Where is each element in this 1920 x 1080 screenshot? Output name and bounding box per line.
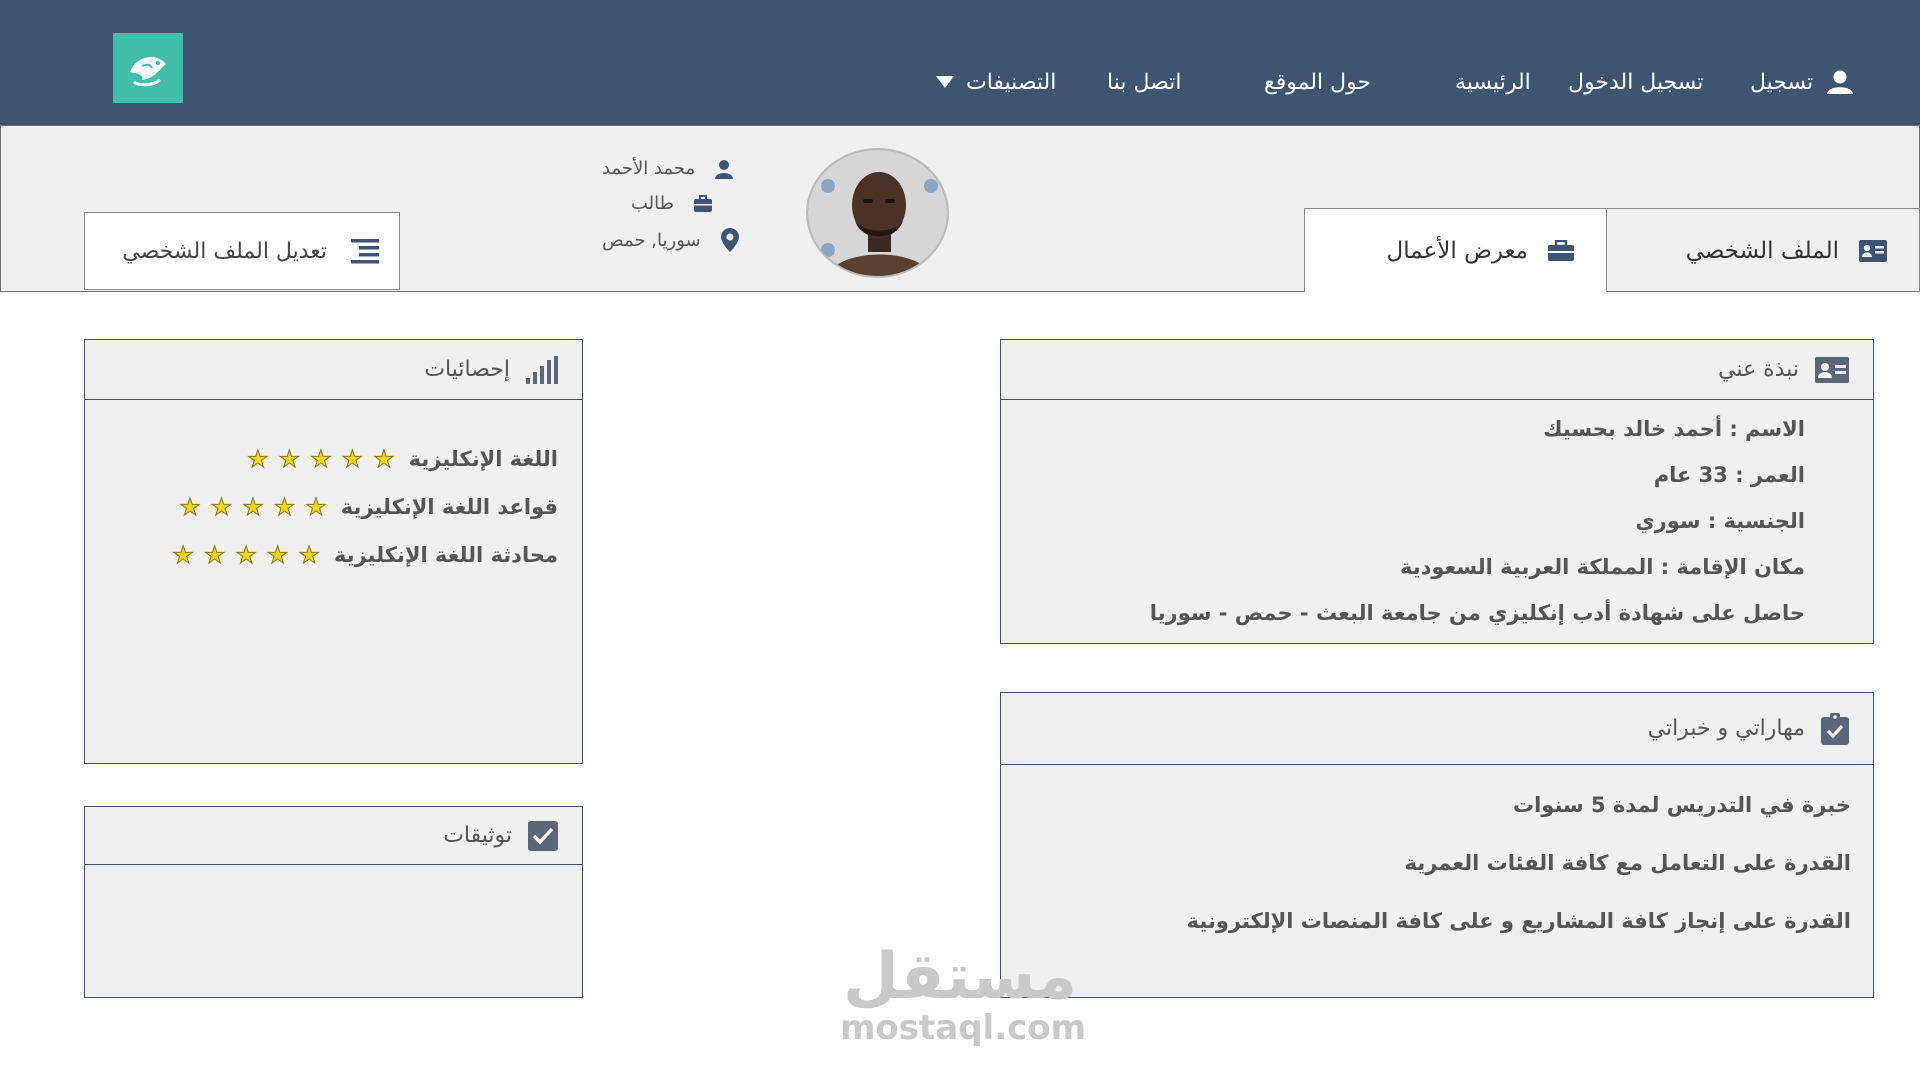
nav-register-label: تسجيل xyxy=(1750,69,1814,95)
about-line: الجنسية : سوري xyxy=(1635,509,1805,533)
user-icon xyxy=(715,159,734,179)
nav-home-label: الرئيسية xyxy=(1455,69,1531,95)
stat-label: محادثة اللغة الإنكليزية xyxy=(333,543,558,567)
star-icon: ★ xyxy=(341,445,364,473)
verifications-panel-header: توثيقات xyxy=(85,807,582,865)
profile-location: سوريا, حمص xyxy=(602,229,701,251)
caret-down-icon xyxy=(936,76,954,88)
stats-panel-header: إحصائيات xyxy=(85,340,582,400)
star-icon: ★ xyxy=(179,493,201,521)
profile-name: محمد الأحمد xyxy=(602,158,696,179)
nav-contact-label: اتصل بنا xyxy=(1107,69,1182,95)
about-panel-title: نبذة عني xyxy=(1718,357,1799,382)
nav-login[interactable]: تسجيل الدخول xyxy=(1568,62,1704,102)
tab-portfolio[interactable]: معرض الأعمال xyxy=(1304,208,1606,292)
user-icon xyxy=(1827,70,1854,94)
star-icon: ★ xyxy=(278,445,301,473)
stats-panel: إحصائيات ★ ★ ★ ★ ★ اللغة الإنكليزية ★ ★ ★ ★ ★ قو… xyxy=(84,339,583,764)
stat-label: اللغة الإنكليزية xyxy=(408,447,558,471)
star-icon: ★ xyxy=(373,445,395,473)
stats-panel-title: إحصائيات xyxy=(424,357,510,382)
nav-contact[interactable]: اتصل بنا xyxy=(1107,62,1181,102)
id-card-icon xyxy=(1859,239,1887,262)
rating-stars: ★ ★ ★ ★ ★ xyxy=(172,541,321,569)
star-icon: ★ xyxy=(242,493,264,521)
nav-about-site-label: حول الموقع xyxy=(1264,69,1372,95)
tab-portfolio-label: معرض الأعمال xyxy=(1386,237,1528,264)
profile-role: طالب xyxy=(631,193,674,214)
stat-row: ★ ★ ★ ★ ★ اللغة الإنكليزية xyxy=(247,445,558,473)
watermark-latin: mostaql.com xyxy=(840,1008,1087,1048)
briefcase-icon xyxy=(1548,239,1574,261)
nav-categories-dropdown[interactable]: التصنيفات xyxy=(936,62,1056,102)
verifications-panel: توثيقات xyxy=(84,806,583,998)
rating-stars: ★ ★ ★ ★ ★ xyxy=(179,493,328,521)
skills-panel: مهاراتي و خبراتي خبرة في التدريس لمدة 5 … xyxy=(1000,692,1874,998)
watermark: مستقل mostaql.com xyxy=(840,940,1087,1048)
star-icon: ★ xyxy=(305,493,327,521)
star-icon: ★ xyxy=(310,445,332,473)
nav-categories-label: التصنيفات xyxy=(966,69,1057,95)
rating-stars: ★ ★ ★ ★ ★ xyxy=(247,445,396,473)
about-line: حاصل على شهادة أدب إنكليزي من جامعة البع… xyxy=(1149,601,1805,625)
watermark-arabic: مستقل xyxy=(842,940,1078,1014)
stat-label: قواعد اللغة الإنكليزية xyxy=(340,495,558,519)
about-line: الاسم : أحمد خالد بحسيك xyxy=(1543,417,1805,441)
about-panel-header: نبذة عني xyxy=(1001,340,1873,400)
site-logo[interactable] xyxy=(113,33,183,103)
about-panel: نبذة عني الاسم : أحمد خالد بحسيك العمر :… xyxy=(1000,339,1874,644)
skill-item: القدرة على التعامل مع كافة الفئات العمري… xyxy=(1404,851,1851,875)
fish-logo-icon xyxy=(130,57,166,87)
briefcase-icon xyxy=(693,194,712,212)
profile-location-row: سوريا, حمص xyxy=(602,228,739,252)
list-icon xyxy=(351,239,379,264)
about-line: العمر : 33 عام xyxy=(1653,463,1805,487)
nav-home[interactable]: الرئيسية xyxy=(1455,62,1531,102)
skills-panel-title: مهاراتي و خبراتي xyxy=(1647,716,1805,741)
verifications-panel-title: توثيقات xyxy=(443,823,512,848)
stat-row: ★ ★ ★ ★ ★ محادثة اللغة الإنكليزية xyxy=(172,541,558,569)
star-icon: ★ xyxy=(235,541,257,569)
star-icon: ★ xyxy=(266,541,289,569)
map-pin-icon xyxy=(720,228,739,252)
id-card-icon xyxy=(1815,356,1849,383)
tab-profile-label: الملف الشخصي xyxy=(1685,237,1839,264)
stat-row: ★ ★ ★ ★ ★ قواعد اللغة الإنكليزية xyxy=(179,493,558,521)
nav-register[interactable]: تسجيل xyxy=(1750,62,1855,102)
star-icon: ★ xyxy=(298,541,320,569)
skill-item: خبرة في التدريس لمدة 5 سنوات xyxy=(1513,793,1851,817)
nav-login-label: تسجيل الدخول xyxy=(1568,69,1704,95)
edit-profile-label: تعديل الملف الشخصي xyxy=(122,238,327,264)
skills-panel-header: مهاراتي و خبراتي xyxy=(1001,693,1873,765)
profile-avatar xyxy=(806,148,949,278)
star-icon: ★ xyxy=(273,493,296,521)
nav-about-site[interactable]: حول الموقع xyxy=(1264,62,1371,102)
bar-chart-icon xyxy=(526,355,558,384)
checkbox-icon xyxy=(528,820,558,851)
skill-item: القدرة على إنجاز كافة المشاريع و على كاف… xyxy=(1186,909,1851,933)
tab-profile[interactable]: الملف الشخصي xyxy=(1606,208,1920,292)
edit-profile-button[interactable]: تعديل الملف الشخصي xyxy=(84,212,400,290)
star-icon: ★ xyxy=(203,541,226,569)
profile-role-row: طالب xyxy=(631,193,712,214)
clipboard-check-icon xyxy=(1821,712,1849,745)
about-line: مكان الإقامة : المملكة العربية السعودية xyxy=(1399,555,1805,579)
star-icon: ★ xyxy=(172,541,194,569)
star-icon: ★ xyxy=(210,493,233,521)
profile-name-row: محمد الأحمد xyxy=(602,158,734,179)
star-icon: ★ xyxy=(247,445,269,473)
top-navbar: تسجيل تسجيل الدخول الرئيسية حول الموقع ا… xyxy=(0,0,1920,125)
